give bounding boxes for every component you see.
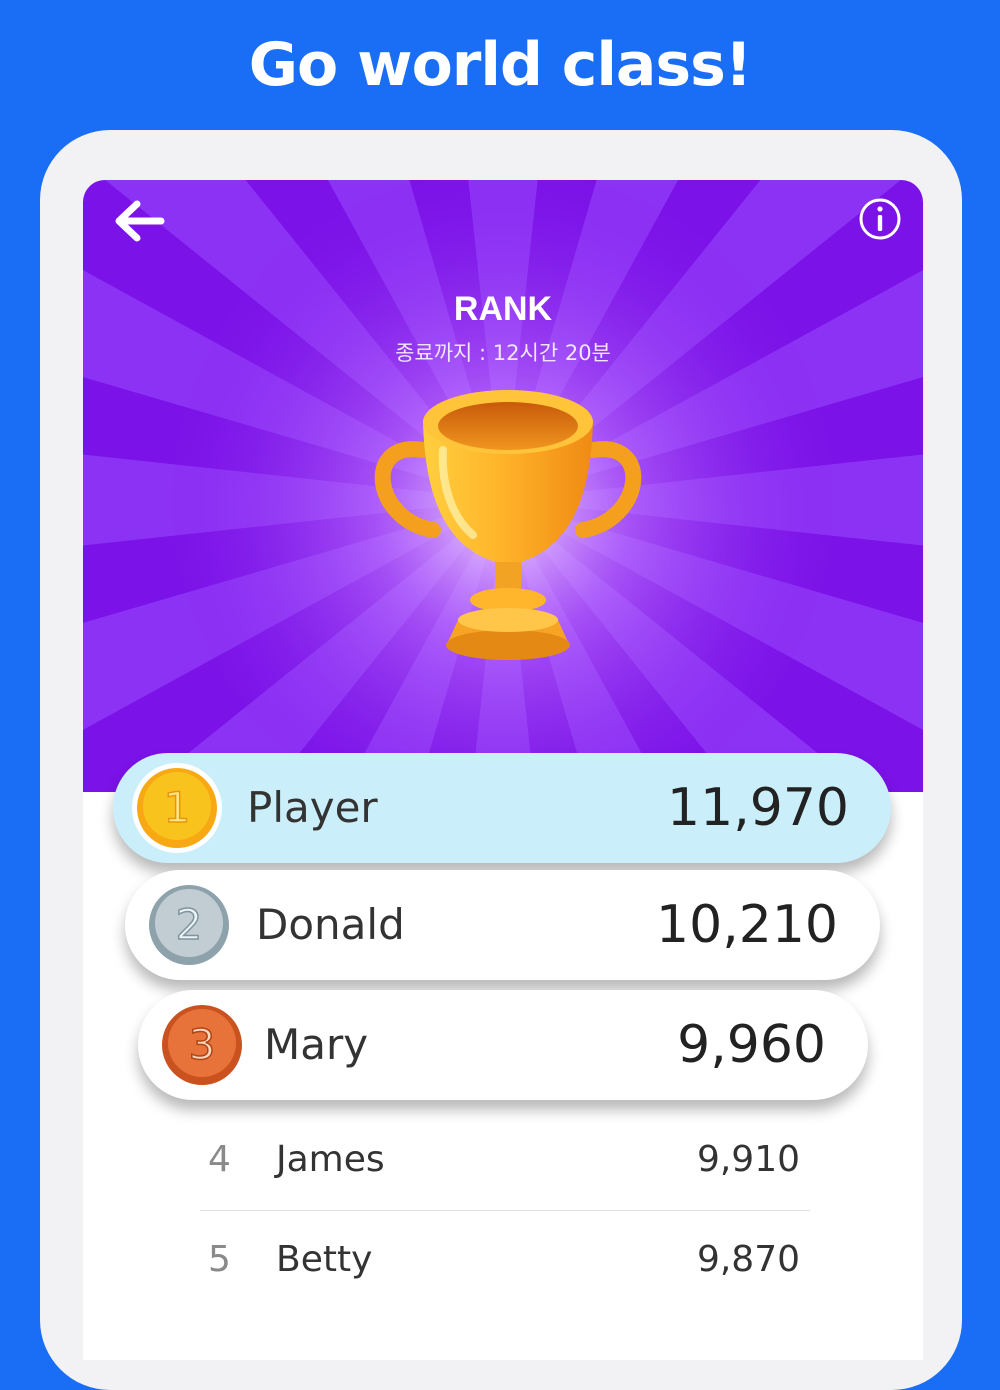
player-name: Mary — [264, 1020, 369, 1069]
leaderboard-row-player[interactable]: 1 Player 11,970 — [113, 753, 891, 863]
leaderboard-row-3[interactable]: 3 Mary 9,960 — [138, 990, 868, 1100]
row-rank: 4 — [208, 1139, 231, 1180]
silver-medal-icon: 2 — [144, 880, 234, 970]
row-name: James — [276, 1139, 385, 1180]
row-name: Betty — [276, 1239, 373, 1280]
headline: Go world class! — [248, 30, 752, 100]
player-name: Player — [247, 783, 378, 832]
medal-rank-2: 2 — [176, 900, 203, 949]
bronze-medal-icon: 3 — [157, 1000, 247, 1090]
leaderboard-row-5[interactable]: 5 Betty 9,870 — [200, 1210, 810, 1309]
leaderboard-row-4[interactable]: 4 James 9,910 — [200, 1110, 810, 1209]
gold-medal-icon: 1 — [132, 763, 222, 853]
back-arrow-icon[interactable] — [111, 198, 167, 244]
medal-rank-1: 1 — [164, 783, 191, 832]
player-score: 11,970 — [667, 778, 849, 838]
row-rank: 5 — [208, 1239, 231, 1280]
row-score: 9,910 — [696, 1139, 800, 1180]
player-score: 10,210 — [656, 895, 838, 955]
row-score: 9,870 — [696, 1239, 800, 1280]
medal-rank-3: 3 — [189, 1020, 216, 1069]
leaderboard-row-2[interactable]: 2 Donald 10,210 — [125, 870, 880, 980]
trophy-icon — [374, 390, 642, 660]
page-title: RANK — [453, 290, 553, 328]
info-icon[interactable] — [857, 196, 903, 242]
rank-hero-banner: RANK 종료까지 : 12시간 20분 — [83, 180, 923, 792]
player-name: Donald — [256, 900, 405, 949]
time-remaining: 종료까지 : 12시간 20분 — [395, 341, 611, 365]
player-score: 9,960 — [677, 1015, 826, 1075]
